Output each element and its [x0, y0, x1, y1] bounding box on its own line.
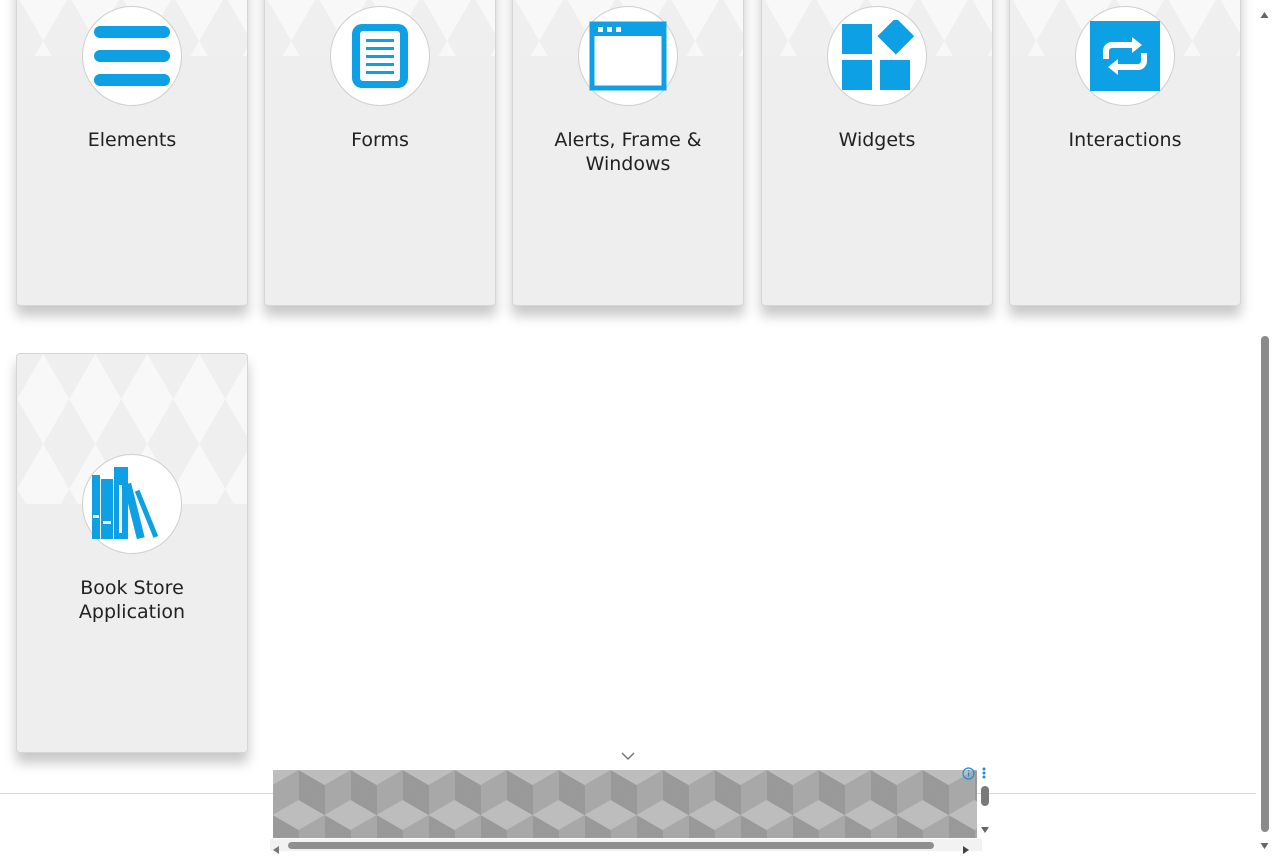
- widget-blocks-icon: [842, 20, 914, 90]
- advertisement-banner[interactable]: [273, 770, 977, 838]
- ad-scroll-right-arrow[interactable]: [962, 840, 970, 854]
- card-icon-circle: [1075, 6, 1175, 106]
- card-interactions[interactable]: Interactions: [1009, 0, 1241, 306]
- triangle-up-icon: [1260, 12, 1269, 18]
- form-document-icon: [352, 24, 408, 88]
- page-scroll-up-arrow[interactable]: [1259, 5, 1270, 18]
- triangle-left-icon: [273, 846, 279, 854]
- card-alerts-frame-windows[interactable]: Alerts, Frame & Windows: [512, 0, 744, 306]
- card-title: Interactions: [1068, 129, 1182, 151]
- card-title: Alerts, Frame & Windows: [554, 129, 702, 175]
- ad-menu-button[interactable]: [980, 765, 988, 779]
- list-lines-icon: [94, 26, 170, 86]
- card-icon-circle: [827, 6, 927, 106]
- card-title: Widgets: [838, 129, 916, 151]
- ad-vertical-scrollbar-thumb[interactable]: [981, 786, 989, 806]
- ad-collapse-toggle[interactable]: [620, 748, 636, 762]
- card-forms[interactable]: Forms: [264, 0, 496, 306]
- card-icon-circle: [82, 6, 182, 106]
- vertical-dots-icon: [982, 767, 986, 779]
- ad-horizontal-scrollbar-thumb[interactable]: [288, 842, 934, 849]
- ad-info-button[interactable]: [962, 765, 975, 780]
- browser-window-icon: [589, 21, 667, 91]
- page-scroll-down-arrow[interactable]: [1259, 836, 1270, 849]
- card-icon-circle: [578, 6, 678, 106]
- ad-scroll-down-arrow[interactable]: [979, 820, 991, 833]
- card-elements[interactable]: Elements: [16, 0, 248, 306]
- card-book-store-application[interactable]: Book Store Application: [16, 353, 248, 753]
- triangle-right-icon: [963, 846, 969, 854]
- chevron-down-icon: [621, 752, 635, 761]
- triangle-down-icon: [1260, 843, 1269, 849]
- info-icon: [962, 767, 975, 780]
- books-icon: [92, 467, 159, 540]
- ad-scroll-left-arrow[interactable]: [272, 840, 280, 854]
- card-title: Book Store Application: [78, 577, 186, 623]
- swap-arrows-icon: [1090, 21, 1160, 91]
- card-icon-circle: [330, 6, 430, 106]
- card-icon-circle: [82, 454, 182, 554]
- card-title: Elements: [87, 129, 177, 151]
- card-widgets[interactable]: Widgets: [761, 0, 993, 306]
- page-scrollbar-thumb[interactable]: [1261, 336, 1269, 832]
- triangle-down-icon: [981, 827, 989, 833]
- card-title: Forms: [351, 129, 409, 151]
